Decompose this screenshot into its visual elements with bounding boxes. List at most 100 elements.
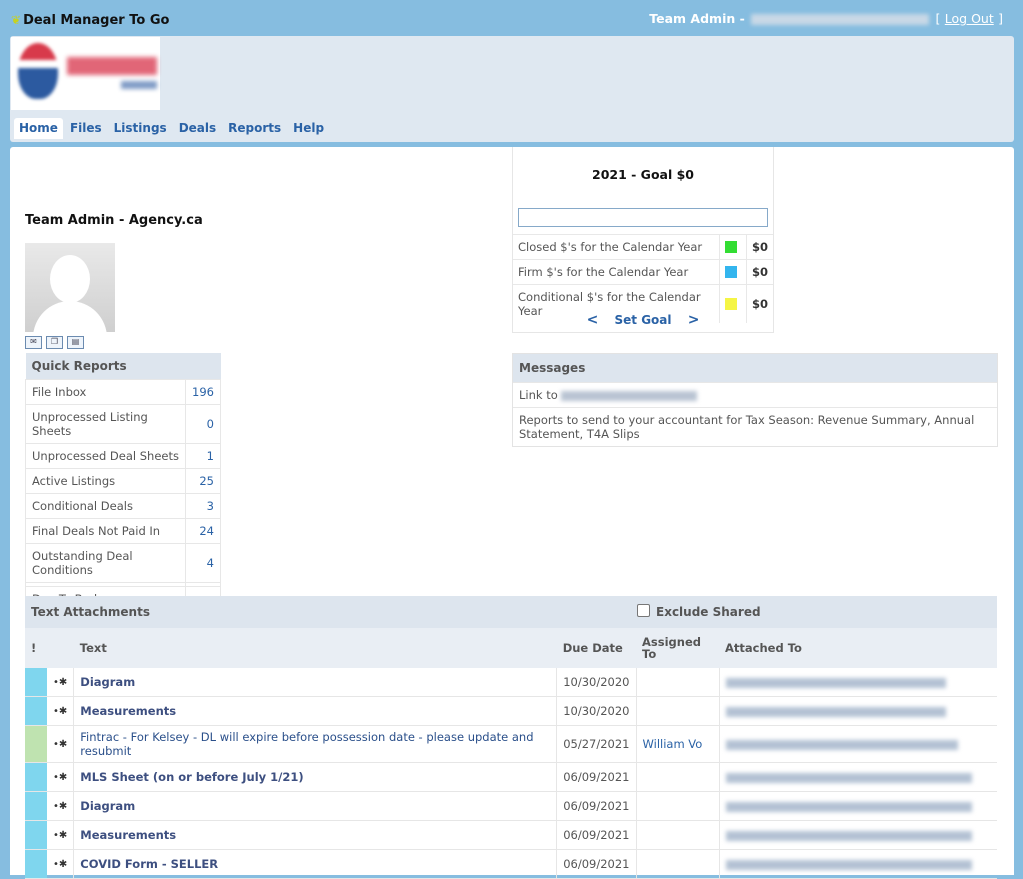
message-link-redacted[interactable] bbox=[561, 390, 698, 401]
attachment-text-link[interactable]: Diagram bbox=[73, 791, 558, 821]
nav-reports[interactable]: Reports bbox=[223, 118, 286, 139]
attachment-text-link[interactable]: MLS Sheet (on or before July 1/21) bbox=[73, 762, 558, 792]
table-row[interactable]: •✱ MLS Sheet (on or before July 1/21) 06/0… bbox=[25, 762, 997, 792]
text-attachments-title: Text Attachments bbox=[31, 605, 150, 619]
priority-flag bbox=[25, 696, 47, 726]
assigned-to[interactable] bbox=[636, 820, 720, 850]
table-row[interactable]: •✱ Diagram 10/30/2020 bbox=[25, 668, 997, 697]
due-date: 10/30/2020 bbox=[556, 668, 637, 697]
assigned-to[interactable] bbox=[636, 791, 720, 821]
attachment-pin-icon: •✱ bbox=[47, 820, 75, 850]
goal-breakdown: Closed $'s for the Calendar Year $0 Firm … bbox=[513, 234, 773, 323]
message-item[interactable]: Link to bbox=[513, 382, 997, 407]
col-due-date[interactable]: Due Date bbox=[556, 628, 636, 668]
table-row[interactable]: Conditional Deals 3 bbox=[24, 493, 221, 519]
attachments-table: ! Text Due Date Assigned To Attached To … bbox=[25, 628, 997, 879]
attachment-pin-icon: •✱ bbox=[47, 668, 75, 697]
assigned-to[interactable] bbox=[636, 696, 720, 726]
agent-name: Team Admin - Agency.ca bbox=[25, 213, 203, 228]
priority-flag bbox=[25, 762, 47, 792]
due-date: 05/27/2021 bbox=[556, 725, 637, 763]
brokerage-logo bbox=[11, 37, 160, 110]
attached-to-redacted[interactable] bbox=[719, 762, 997, 792]
quick-reports-title: Quick Reports bbox=[25, 353, 221, 380]
messages-panel: Messages Link to Reports to send to your… bbox=[512, 353, 998, 447]
attachment-pin-icon: •✱ bbox=[47, 762, 75, 792]
priority-flag bbox=[25, 725, 47, 763]
text-attachments-header: Text Attachments Exclude Shared bbox=[25, 596, 997, 628]
priority-flag bbox=[25, 820, 47, 850]
user-email-redacted bbox=[751, 14, 930, 25]
table-row[interactable]: Outstanding Deal Conditions 4 bbox=[24, 543, 221, 583]
table-row[interactable]: •✱ COVID Form - SELLER 06/09/2021 bbox=[25, 849, 997, 879]
contact-icons: ✉ ❐ ▤ bbox=[25, 336, 84, 349]
header-panel: Home Files Listings Deals Reports Help bbox=[10, 36, 1014, 142]
prev-year-button[interactable]: < bbox=[587, 312, 599, 328]
main-content: Team Admin - Agency.ca ✉ ❐ ▤ Quick Repor… bbox=[10, 147, 1014, 879]
user-area: Team Admin - [ Log Out ] bbox=[649, 11, 1003, 26]
table-row[interactable]: •✱ Measurements 06/09/2021 bbox=[25, 820, 997, 850]
attachment-text-link[interactable]: Diagram bbox=[73, 668, 558, 697]
attachment-text-link[interactable]: Fintrac - For Kelsey - DL will expire be… bbox=[73, 725, 558, 763]
logout-link[interactable]: Log Out bbox=[945, 11, 994, 26]
nav-home[interactable]: Home bbox=[14, 118, 63, 139]
assigned-to[interactable] bbox=[636, 762, 720, 792]
goal-progress-bar bbox=[518, 208, 768, 227]
closed-swatch bbox=[724, 241, 737, 253]
table-row[interactable]: Unprocessed Deal Sheets 1 bbox=[24, 443, 221, 469]
message-item: Reports to send to your accountant for T… bbox=[513, 407, 997, 446]
goal-row: Firm $'s for the Calendar Year $0 bbox=[513, 259, 773, 285]
assigned-to[interactable]: William Vo bbox=[636, 725, 720, 763]
attached-to-redacted[interactable] bbox=[719, 849, 997, 879]
attachment-pin-icon: •✱ bbox=[47, 725, 75, 763]
table-row[interactable]: Final Deals Not Paid In 24 bbox=[24, 518, 221, 544]
attachment-pin-icon: •✱ bbox=[47, 696, 75, 726]
exclude-shared-checkbox[interactable] bbox=[637, 604, 650, 617]
attached-to-redacted[interactable] bbox=[719, 820, 997, 850]
attached-to-redacted[interactable] bbox=[719, 725, 997, 763]
table-row[interactable]: •✱ Diagram 06/09/2021 bbox=[25, 791, 997, 821]
nav-listings[interactable]: Listings bbox=[109, 118, 172, 139]
exclude-shared[interactable]: Exclude Shared bbox=[637, 604, 761, 619]
col-flag[interactable]: ! bbox=[25, 628, 47, 668]
attachment-text-link[interactable]: COVID Form - SELLER bbox=[73, 849, 558, 879]
nav-files[interactable]: Files bbox=[65, 118, 107, 139]
table-row[interactable]: •✱ Fintrac - For Kelsey - DL will expire … bbox=[25, 725, 997, 763]
assigned-to[interactable] bbox=[636, 849, 720, 879]
firm-swatch bbox=[724, 266, 737, 278]
conditional-swatch bbox=[724, 298, 737, 310]
set-goal-link[interactable]: Set Goal bbox=[615, 313, 672, 327]
email-icon[interactable]: ✉ bbox=[25, 336, 42, 349]
due-date: 06/09/2021 bbox=[556, 820, 637, 850]
col-attached-to[interactable]: Attached To bbox=[719, 628, 997, 668]
main-nav: Home Files Listings Deals Reports Help bbox=[14, 118, 331, 139]
table-row[interactable]: Active Listings 25 bbox=[24, 468, 221, 494]
table-row[interactable]: File Inbox 196 bbox=[24, 379, 221, 405]
priority-flag bbox=[25, 849, 47, 879]
goal-row: Closed $'s for the Calendar Year $0 bbox=[513, 234, 773, 260]
nav-help[interactable]: Help bbox=[288, 118, 329, 139]
priority-flag bbox=[25, 791, 47, 821]
goal-title: 2021 - Goal $0 bbox=[592, 167, 694, 182]
next-year-button[interactable]: > bbox=[688, 312, 700, 328]
attachment-text-link[interactable]: Measurements bbox=[73, 696, 558, 726]
vcard-icon[interactable]: ▤ bbox=[67, 336, 84, 349]
nav-deals[interactable]: Deals bbox=[174, 118, 221, 139]
col-text[interactable]: Text bbox=[73, 628, 557, 668]
priority-flag bbox=[25, 668, 47, 697]
table-row[interactable]: Unprocessed Listing Sheets 0 bbox=[24, 404, 221, 444]
attachment-text-link[interactable]: Measurements bbox=[73, 820, 558, 850]
avatar[interactable] bbox=[25, 243, 115, 332]
user-label: Team Admin - bbox=[649, 11, 745, 26]
col-assigned-to[interactable]: Assigned To bbox=[636, 628, 719, 668]
table-row[interactable]: •✱ Measurements 10/30/2020 bbox=[25, 696, 997, 726]
copy-icon[interactable]: ❐ bbox=[46, 336, 63, 349]
goal-panel: 2021 - Goal $0 Closed $'s for the Calend… bbox=[512, 147, 774, 333]
attached-to-redacted[interactable] bbox=[719, 696, 997, 726]
attached-to-redacted[interactable] bbox=[719, 791, 997, 821]
assigned-to[interactable] bbox=[636, 668, 720, 697]
app-title: ❦ Deal Manager To Go bbox=[11, 13, 170, 28]
text-attachments: Text Attachments Exclude Shared ! Text D… bbox=[25, 596, 997, 879]
quick-reports: Quick Reports File Inbox 196 Unprocessed … bbox=[24, 353, 221, 612]
attached-to-redacted[interactable] bbox=[719, 668, 997, 697]
